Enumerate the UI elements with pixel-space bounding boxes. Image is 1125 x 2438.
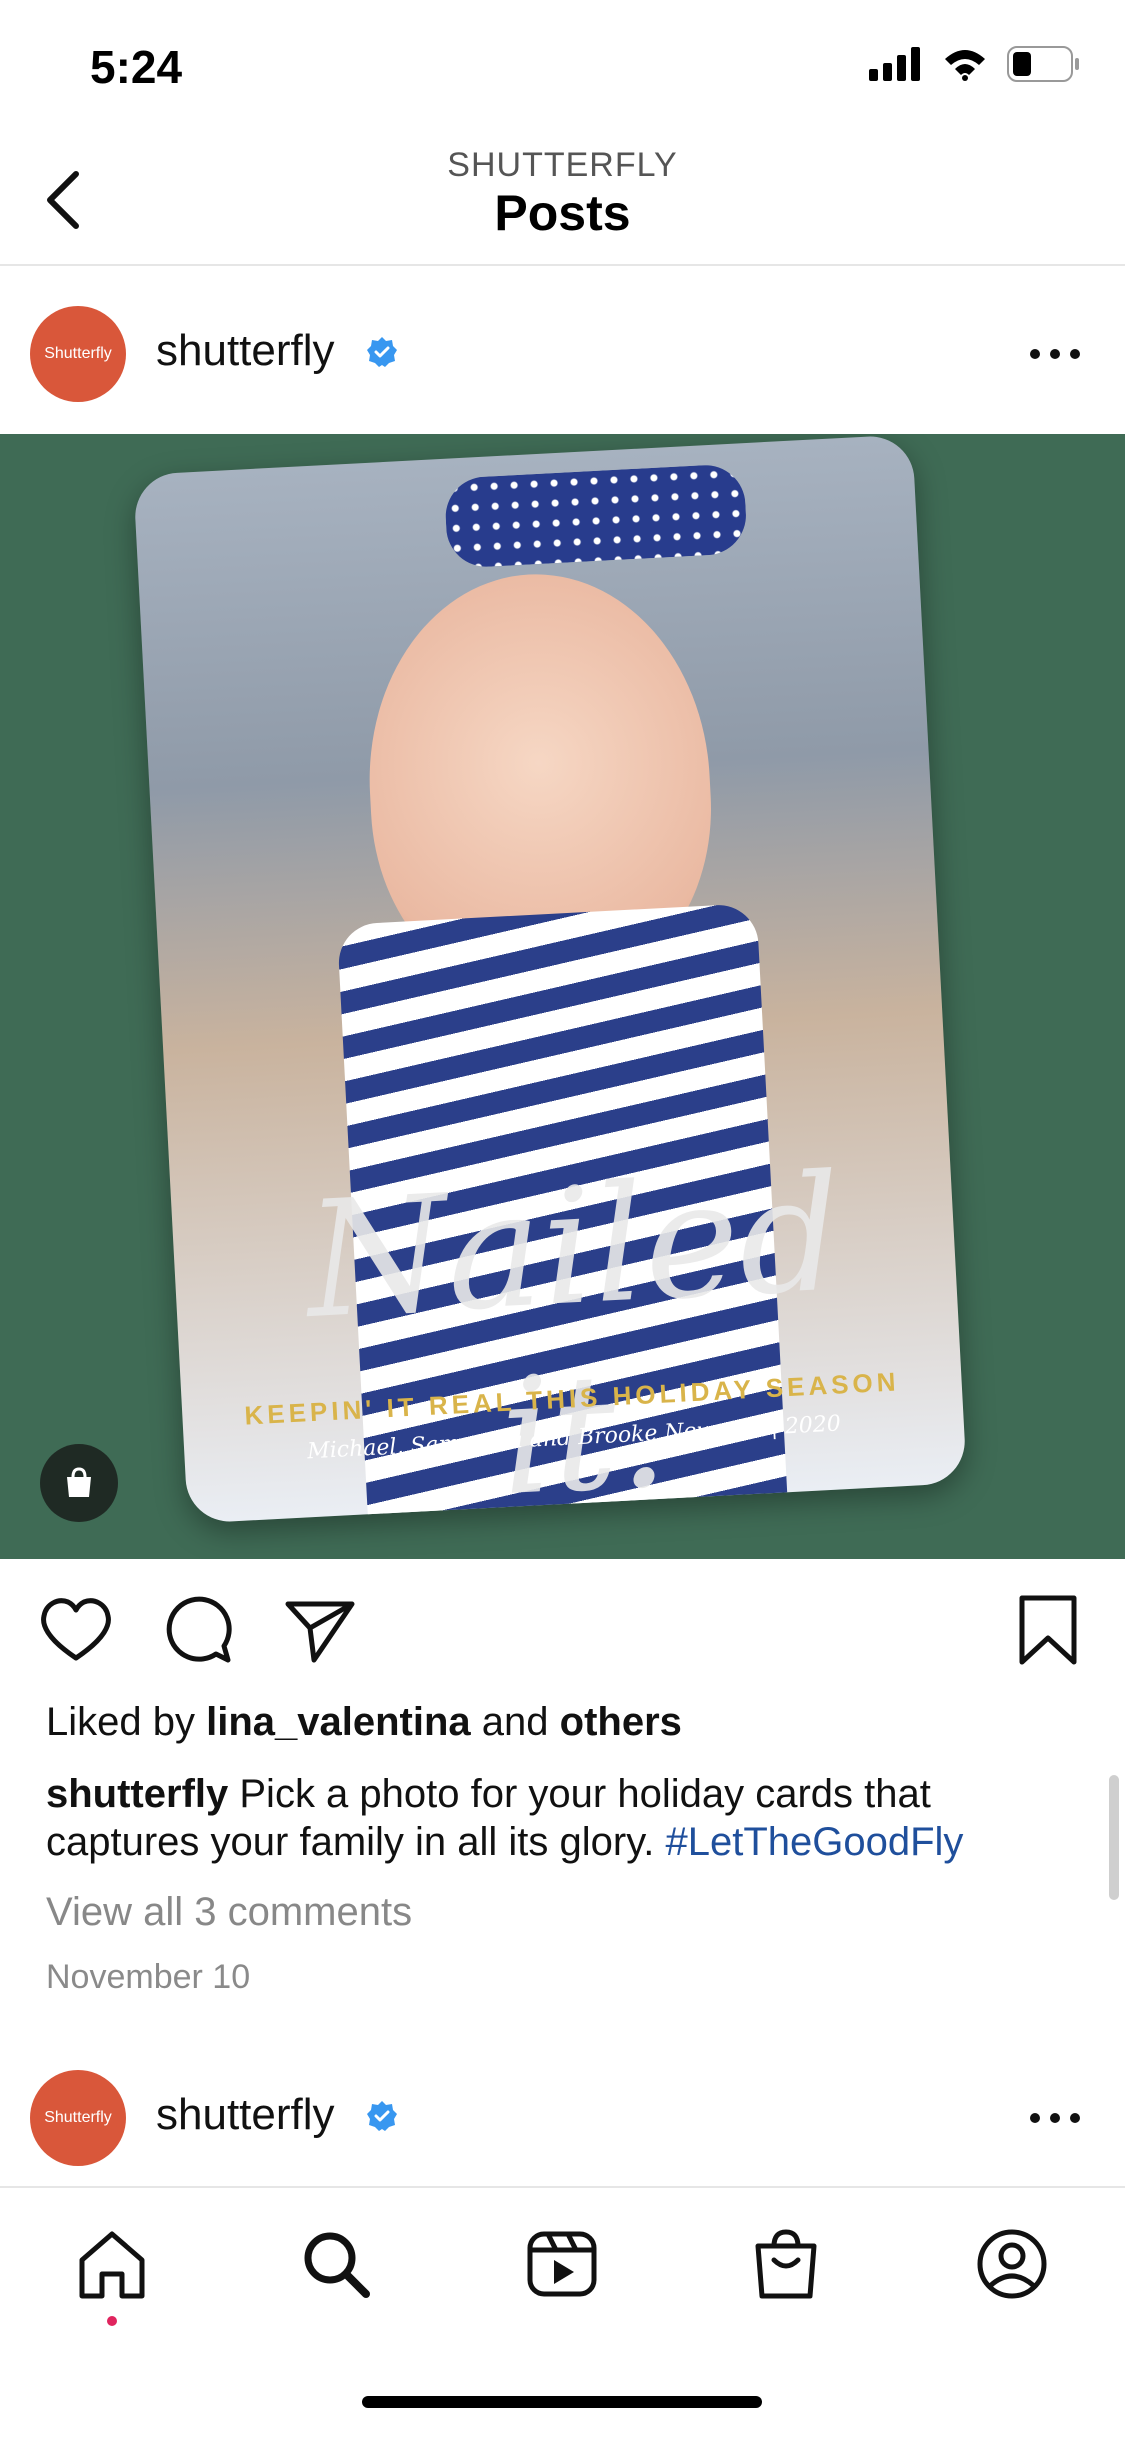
comment-icon[interactable]	[158, 1590, 238, 1670]
holiday-card-photo: Nailed it. KEEPIN' IT REAL THIS HOLIDAY …	[133, 434, 967, 1524]
nav-header: SHUTTERFLY Posts	[0, 140, 1125, 266]
caption-hashtag[interactable]: #LetTheGoodFly	[665, 1820, 963, 1864]
shopping-tag-button[interactable]	[40, 1444, 118, 1522]
card-script-text: Nailed it.	[302, 1139, 846, 1524]
avatar[interactable]: Shutterfly	[30, 2070, 126, 2166]
cellular-signal-icon	[869, 47, 920, 81]
status-icons	[869, 46, 1081, 82]
shopping-bag-icon	[67, 1467, 91, 1497]
liked-by-and: and	[481, 1700, 549, 1744]
post-header: Shutterfly shutterfly	[0, 2030, 1125, 2200]
caption-username[interactable]: shutterfly	[46, 1772, 228, 1816]
verified-badge-icon	[367, 337, 397, 367]
header-subtitle: SHUTTERFLY	[447, 146, 678, 184]
post-username[interactable]: shutterfly	[156, 326, 335, 376]
post-image[interactable]: Nailed it. KEEPIN' IT REAL THIS HOLIDAY …	[0, 434, 1125, 1559]
more-options-icon[interactable]	[1025, 344, 1085, 364]
search-icon[interactable]	[298, 2226, 374, 2302]
post-username[interactable]: shutterfly	[156, 2090, 335, 2140]
status-time: 5:24	[90, 41, 183, 93]
reels-icon[interactable]	[524, 2226, 600, 2302]
liked-by-user[interactable]: lina_valentina	[206, 1700, 471, 1744]
post-caption: shutterfly Pick a photo for your holiday…	[46, 1770, 1076, 1866]
profile-icon[interactable]	[974, 2226, 1050, 2302]
post-actions	[0, 1590, 1125, 1670]
home-icon[interactable]	[74, 2226, 150, 2302]
more-options-icon[interactable]	[1025, 2108, 1085, 2128]
notification-dot	[107, 2316, 117, 2326]
polka-dot-bow	[443, 463, 748, 569]
heart-icon[interactable]	[36, 1590, 116, 1670]
liked-by-prefix: Liked by	[46, 1700, 195, 1744]
status-bar: 5:24	[0, 0, 1125, 140]
avatar[interactable]: Shutterfly	[30, 306, 126, 402]
share-icon[interactable]	[280, 1590, 360, 1670]
battery-icon	[1007, 46, 1079, 82]
wifi-icon	[945, 50, 985, 81]
verified-badge-icon	[367, 2101, 397, 2131]
view-comments-link[interactable]: View all 3 comments	[46, 1890, 412, 1935]
scrollbar[interactable]	[1109, 1775, 1119, 1900]
bookmark-icon[interactable]	[1008, 1590, 1088, 1670]
post-date: November 10	[46, 1958, 251, 1996]
page-title: Posts	[494, 185, 631, 241]
home-indicator[interactable]	[362, 2396, 762, 2408]
liked-by-line: Liked by lina_valentina and others	[46, 1700, 682, 1745]
shop-icon[interactable]	[748, 2226, 824, 2302]
post-header: Shutterfly shutterfly	[0, 266, 1125, 436]
liked-by-others[interactable]: others	[560, 1700, 682, 1744]
